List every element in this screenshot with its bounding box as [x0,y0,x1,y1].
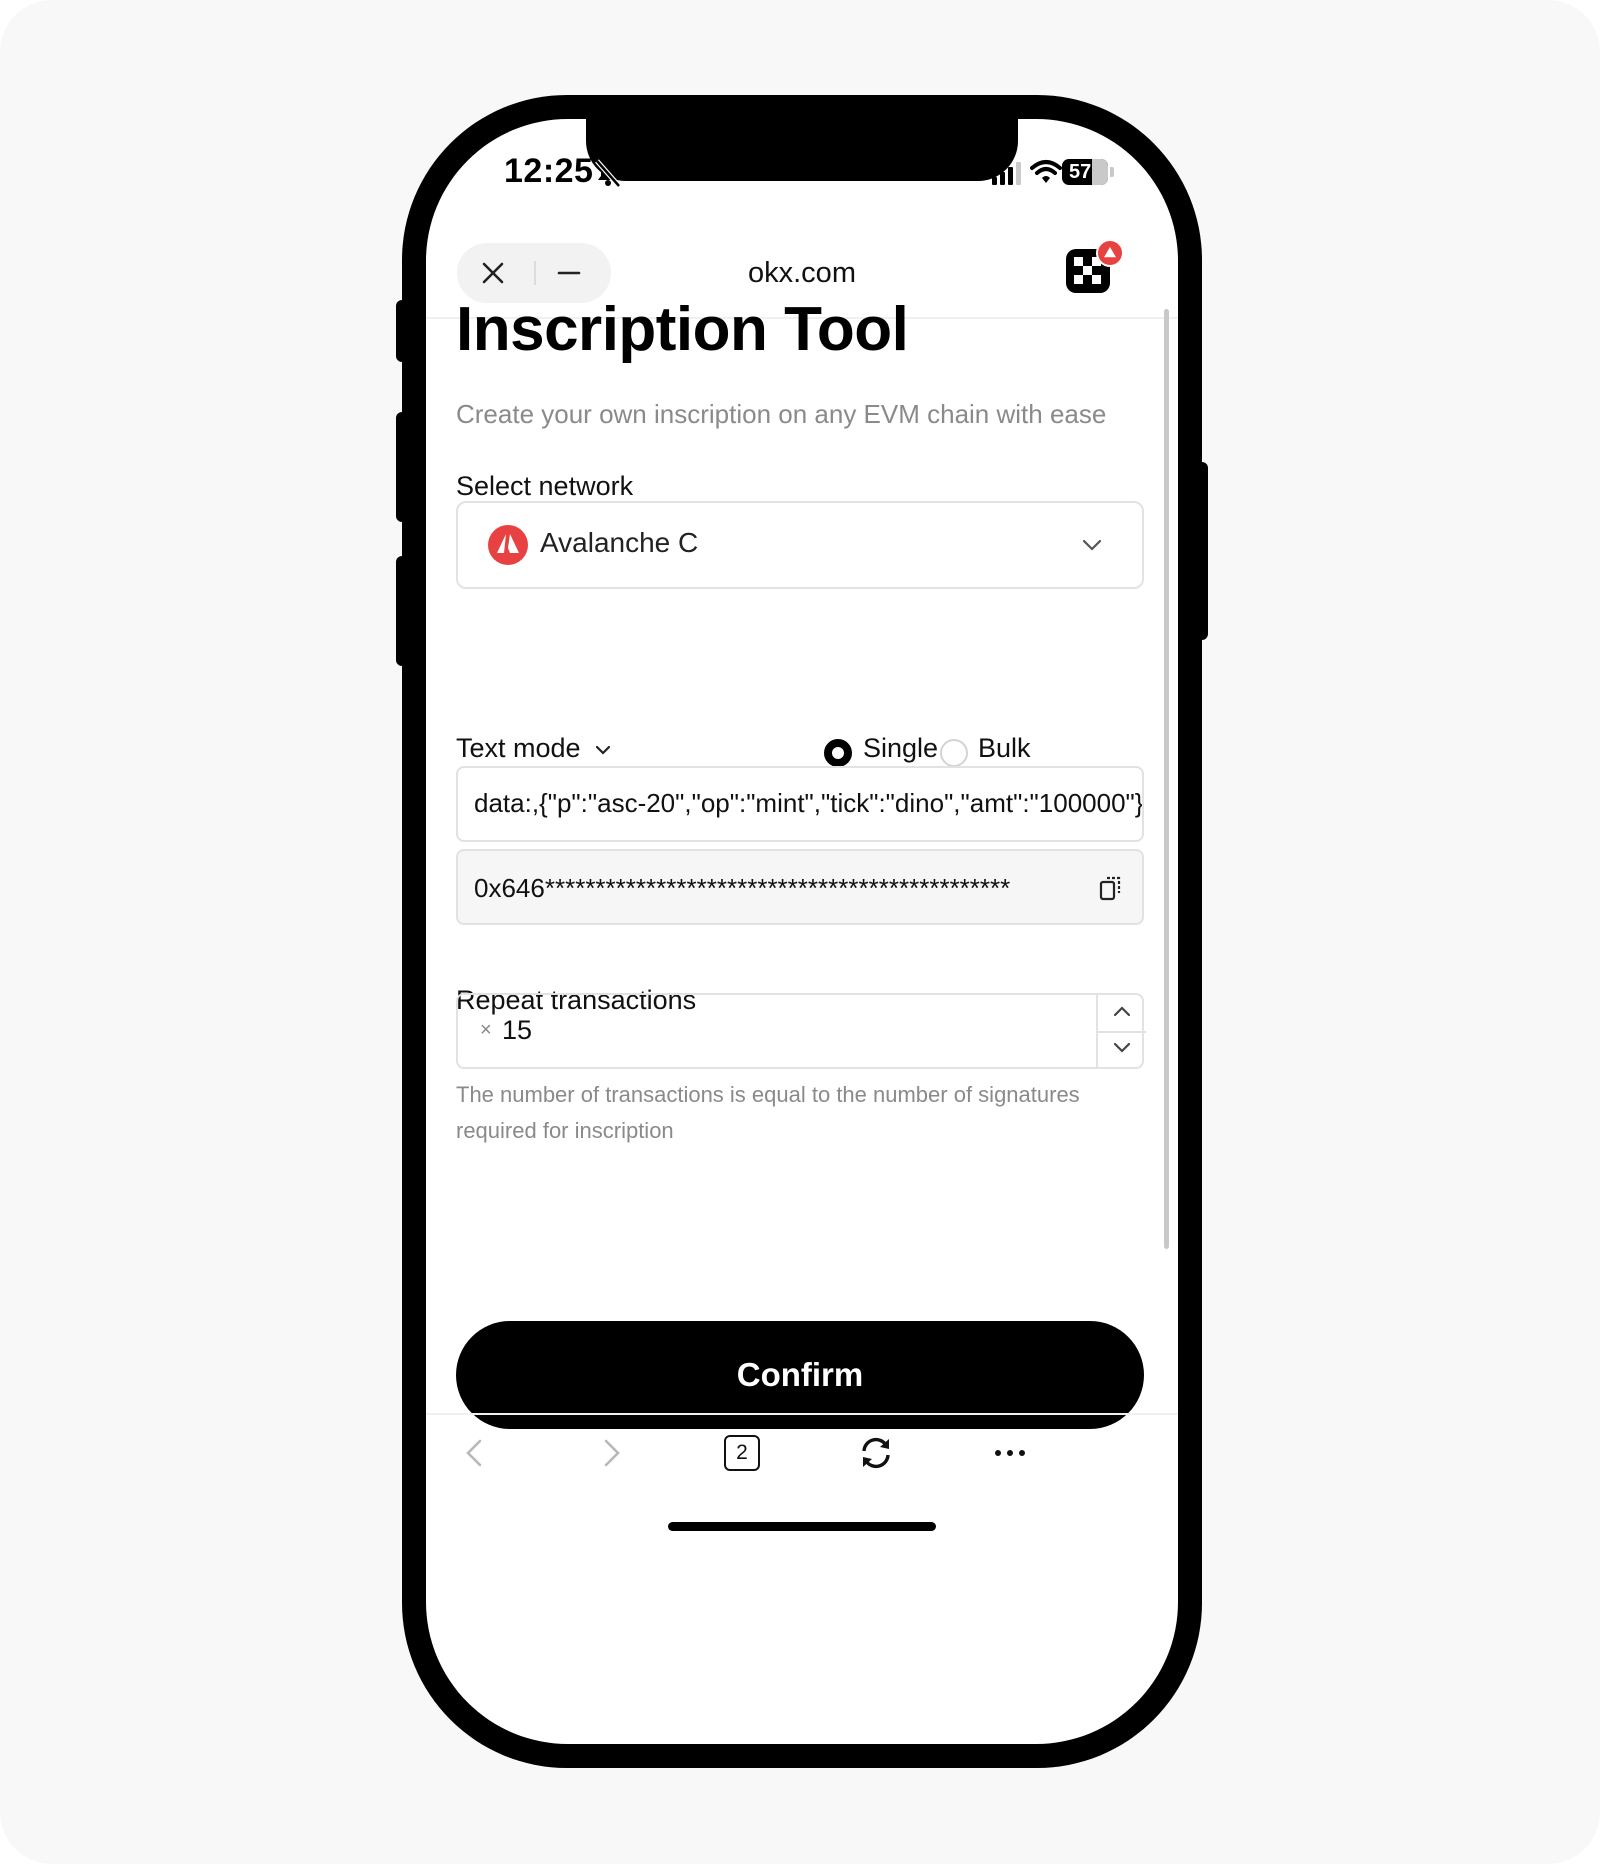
select-network-label: Select network [456,471,634,501]
phone-frame: 12:25 57 okx.com Inscription Tool Create… [402,95,1202,1768]
back-icon[interactable] [456,1433,496,1473]
text-mode-row: Text mode Single Bulk [456,731,1144,771]
chevron-down-icon [595,745,611,755]
screenshot-card: 12:25 57 okx.com Inscription Tool Create… [0,0,1600,1864]
repeat-count-stepper[interactable]: × 15 [456,993,1146,1069]
chevron-down-icon [1082,539,1102,551]
radio-single-label: Single [863,733,939,763]
home-indicator[interactable] [668,1522,936,1531]
inscription-text-value: data:,{"p":"asc-20","op":"mint","tick":"… [474,788,1144,818]
page-title: Inscription Tool [456,295,909,364]
network-select[interactable]: Avalanche C [456,501,1144,589]
radio-single[interactable] [824,739,852,767]
text-mode-label: Text mode [456,733,581,763]
multiply-prefix: × [480,1019,492,1041]
battery-indicator: 57 [1062,159,1108,185]
chevron-down-icon [1113,1042,1131,1053]
increment-button[interactable] [1098,995,1146,1033]
repeat-help-text: The number of transactions is equal to t… [456,1082,1080,1143]
repeat-count-value[interactable]: 15 [502,1015,532,1046]
stepper-controls [1096,995,1146,1067]
phone-screen: 12:25 57 okx.com Inscription Tool Create… [426,119,1178,1744]
forward-icon[interactable] [590,1433,630,1473]
address-field[interactable]: 0x646***********************************… [456,849,1144,925]
page-subtitle: Create your own inscription on any EVM c… [456,399,1107,429]
text-mode-dropdown[interactable]: Text mode [456,733,612,764]
decrement-button[interactable] [1098,1031,1146,1067]
network-value: Avalanche C [540,527,699,558]
wifi-icon [1030,160,1062,183]
copy-icon[interactable] [1098,873,1124,903]
signal-icon [992,162,1021,185]
inscription-text-input[interactable]: data:,{"p":"asc-20","op":"mint","tick":"… [456,766,1144,842]
tabs-count: 2 [724,1435,760,1471]
radio-bulk[interactable] [940,739,968,767]
radio-bulk-label: Bulk [978,733,1031,763]
bell-muted-icon [595,159,621,188]
avalanche-icon [488,525,528,565]
address-value: 0x646***********************************… [474,873,1011,903]
battery-cap [1110,167,1114,177]
notch [586,119,1018,181]
refresh-icon[interactable] [856,1433,896,1473]
avalanche-badge-icon [1096,239,1124,267]
bottom-divider [426,1413,1178,1415]
tabs-icon[interactable]: 2 [722,1433,762,1473]
chevron-up-icon [1113,1006,1131,1017]
status-time: 12:25 [504,152,594,190]
more-icon[interactable] [990,1433,1030,1473]
scrollbar[interactable] [1164,309,1169,1249]
